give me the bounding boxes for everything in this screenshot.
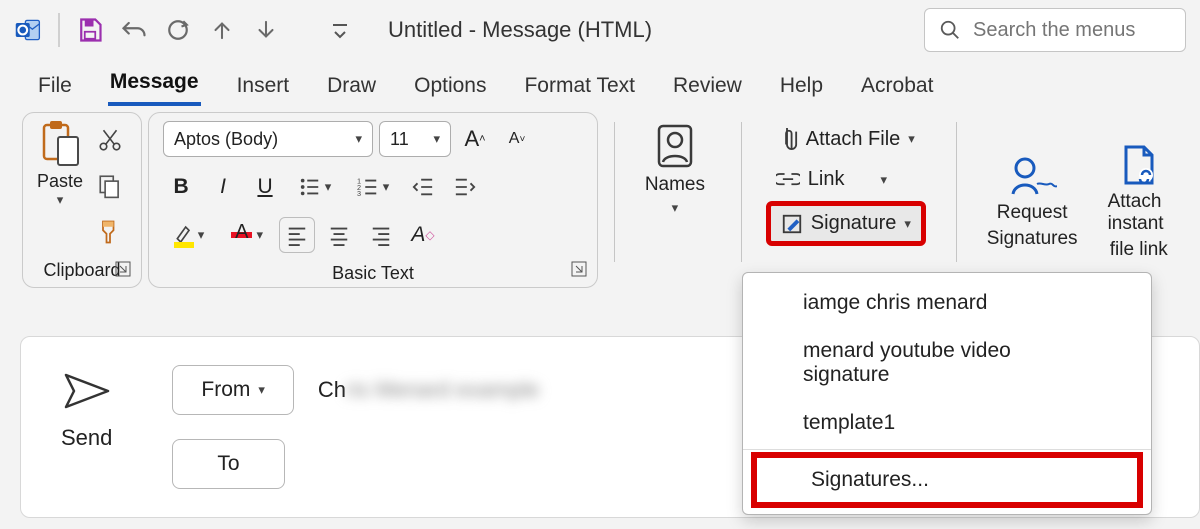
align-right-icon[interactable] [363,217,399,253]
send-icon[interactable] [62,371,112,411]
signature-item-0[interactable]: iamge chris menard [743,279,1151,327]
svg-text:3: 3 [357,189,361,198]
highlight-button[interactable]: ▾ [163,217,215,253]
group-include: Attach File ▾ Link ▾ Signature ▾ [752,112,940,288]
ribbon-divider [956,122,957,262]
search-input[interactable] [973,19,1200,42]
signature-menu: iamge chris menard menard youtube video … [742,272,1152,515]
from-value: Chris Menard example [312,367,545,413]
tab-help[interactable]: Help [778,70,825,106]
shrink-font-icon[interactable]: A˅ [499,121,535,157]
align-center-icon[interactable] [321,217,357,253]
separator [58,13,60,47]
font-size-combo[interactable]: 11▾ [379,121,451,157]
clipboard-launcher-icon[interactable] [115,261,133,279]
font-color-button[interactable]: A▾ [221,217,273,253]
copy-icon[interactable] [93,169,127,203]
ribbon-divider [741,122,742,262]
group-basictext: Aptos (Body)▾ 11▾ A˄ A˅ B I U ▾ 123▾ [148,112,598,288]
to-button[interactable]: To [172,439,284,489]
tab-acrobat[interactable]: Acrobat [859,70,935,106]
save-icon[interactable] [76,16,104,44]
paste-dropdown[interactable]: ▾ [57,192,64,208]
tab-message[interactable]: Message [108,66,201,106]
from-button[interactable]: From ▾ [172,365,294,415]
tab-review[interactable]: Review [671,70,744,106]
paste-icon[interactable] [38,119,82,171]
arrow-down-icon[interactable] [252,16,280,44]
signature-button[interactable]: Signature ▾ [766,201,926,246]
cut-icon[interactable] [93,123,127,157]
group-clipboard-title: Clipboard [37,256,127,287]
menu-separator [743,449,1151,450]
arrow-up-icon[interactable] [208,16,236,44]
clear-formatting-icon[interactable]: A◇ [405,217,441,253]
font-name-combo[interactable]: Aptos (Body)▾ [163,121,373,157]
signatures-more[interactable]: Signatures... [751,452,1143,508]
bullets-button[interactable]: ▾ [289,169,341,205]
align-left-icon[interactable] [279,217,315,253]
outlook-icon [14,16,42,44]
signature-item-1[interactable]: menard youtube video signature [743,327,1151,399]
attach-instant-link-button[interactable]: Attach instant file link [1102,116,1176,288]
ribbon-tabs: File Message Insert Draw Options Format … [0,60,1200,106]
tab-file[interactable]: File [36,70,74,106]
italic-button[interactable]: I [205,169,241,205]
numbering-button[interactable]: 123▾ [347,169,399,205]
send-label[interactable]: Send [61,425,112,451]
basictext-launcher-icon[interactable] [571,261,589,279]
tab-options[interactable]: Options [412,70,488,106]
link-button[interactable]: Link ▾ [766,162,926,197]
format-painter-icon[interactable] [93,215,127,249]
qat-customize-icon[interactable] [326,16,354,44]
names-button[interactable]: Names ▾ [639,118,711,220]
ribbon-divider [614,122,615,262]
window-title: Untitled - Message (HTML) [370,17,652,43]
group-clipboard: Paste ▾ Clipboard [22,112,142,288]
decrease-indent-icon[interactable] [405,169,441,205]
group-adobe: Request Signatures Attach instant file l… [967,112,1190,288]
tab-insert[interactable]: Insert [235,70,292,106]
grow-font-icon[interactable]: A˄ [457,121,493,157]
search-box[interactable] [924,8,1186,52]
tab-draw[interactable]: Draw [325,70,378,106]
bold-button[interactable]: B [163,169,199,205]
paste-label: Paste [37,171,83,192]
to-field[interactable] [303,441,623,487]
underline-button[interactable]: U [247,169,283,205]
search-icon [939,19,961,41]
attach-file-button[interactable]: Attach File ▾ [766,120,926,158]
increase-indent-icon[interactable] [447,169,483,205]
group-basictext-title: Basic Text [163,259,583,290]
undo-icon[interactable] [120,16,148,44]
signature-item-2[interactable]: template1 [743,399,1151,447]
group-names: Names ▾ [625,112,725,288]
tab-formattext[interactable]: Format Text [522,70,636,106]
request-signatures-button[interactable]: Request Signatures [981,116,1084,288]
redo-icon[interactable] [164,16,192,44]
